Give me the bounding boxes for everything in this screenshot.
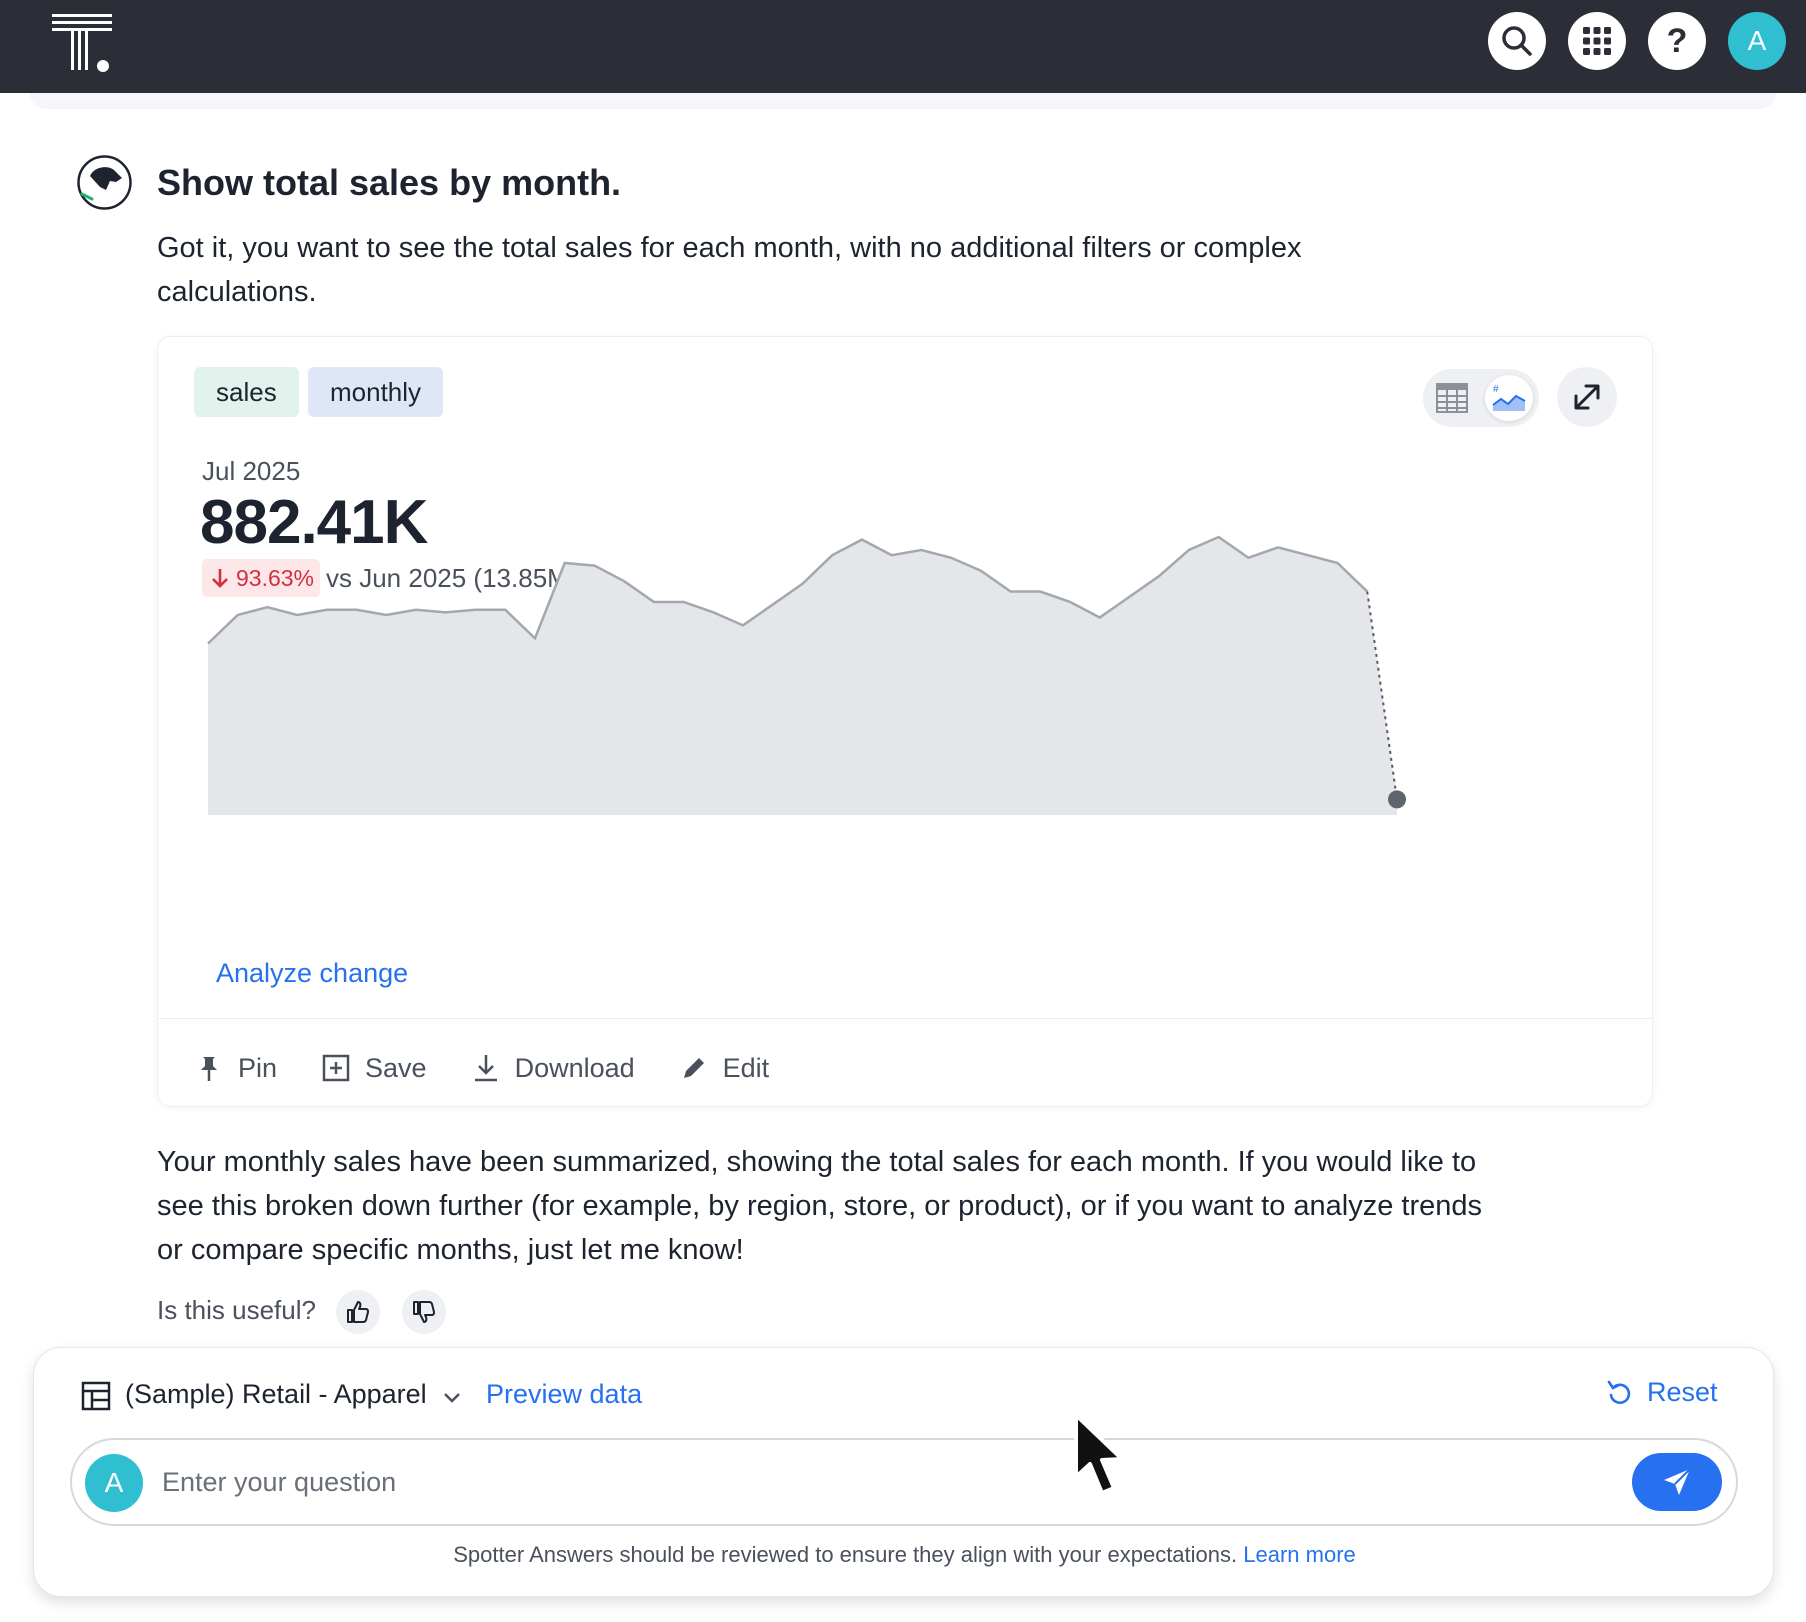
apps-grid-icon[interactable] (1568, 12, 1626, 70)
thumbs-down-icon (413, 1301, 435, 1323)
answer-card: sales monthly # Jul 2025 882.41K 93.63% … (157, 336, 1654, 1108)
thoughtspot-logo[interactable] (52, 14, 116, 74)
composer-user-avatar: A (85, 1454, 143, 1512)
question-composer: (Sample) Retail - Apparel Preview data R… (33, 1347, 1774, 1597)
save-button[interactable]: Save (321, 1043, 427, 1093)
assistant-intro-text: Got it, you want to see the total sales … (157, 232, 1302, 308)
disclaimer: Spotter Answers should be reviewed to en… (34, 1542, 1775, 1568)
sales-area-chart[interactable] (158, 337, 1654, 1108)
pin-icon (201, 1057, 217, 1081)
user-avatar[interactable]: A (1728, 12, 1786, 70)
edit-button[interactable]: Edit (679, 1043, 770, 1093)
chevron-down-icon[interactable] (441, 1386, 463, 1408)
download-button[interactable]: Download (471, 1043, 635, 1093)
save-plus-icon (322, 1054, 350, 1082)
learn-more-link[interactable]: Learn more (1243, 1542, 1356, 1567)
send-icon (1664, 1468, 1691, 1495)
question-input-row: A (70, 1438, 1738, 1526)
reset-button[interactable]: Reset (1607, 1377, 1718, 1408)
question-input[interactable] (162, 1458, 1542, 1506)
pencil-icon (683, 1058, 704, 1078)
thumbs-down-button[interactable] (402, 1290, 446, 1334)
reset-label: Reset (1647, 1377, 1718, 1407)
assistant-summary-text: Your monthly sales have been summarized,… (157, 1146, 1482, 1266)
edit-label: Edit (722, 1052, 770, 1083)
preview-data-link[interactable]: Preview data (486, 1379, 642, 1410)
thumbs-up-icon (347, 1301, 369, 1323)
download-icon (474, 1055, 497, 1082)
card-divider (158, 1018, 1654, 1019)
pin-button[interactable]: Pin (194, 1043, 277, 1093)
latest-data-point[interactable] (1388, 790, 1406, 809)
search-icon[interactable] (1488, 12, 1546, 70)
thumbs-up-button[interactable] (336, 1290, 380, 1334)
analyze-change-link[interactable]: Analyze change (216, 958, 408, 989)
datasource-selector[interactable]: (Sample) Retail - Apparel (125, 1379, 427, 1410)
disclaimer-text: Spotter Answers should be reviewed to en… (453, 1542, 1238, 1567)
table-icon (81, 1381, 111, 1411)
spotter-avatar-icon (77, 155, 132, 210)
pin-label: Pin (238, 1052, 278, 1083)
reset-icon (1607, 1380, 1631, 1404)
download-label: Download (514, 1052, 635, 1083)
header-shadow (30, 93, 1776, 109)
feedback-prompt: Is this useful? (157, 1295, 316, 1325)
save-label: Save (365, 1052, 427, 1083)
answer-actions: Pin Save Download Edit (194, 1043, 769, 1093)
area-fill (208, 537, 1397, 815)
top-navigation-bar: ? A (0, 0, 1806, 93)
send-button[interactable] (1632, 1453, 1722, 1511)
help-icon[interactable]: ? (1648, 12, 1706, 70)
user-prompt: Show total sales by month. (157, 162, 622, 203)
mouse-cursor-icon (1074, 1413, 1124, 1495)
